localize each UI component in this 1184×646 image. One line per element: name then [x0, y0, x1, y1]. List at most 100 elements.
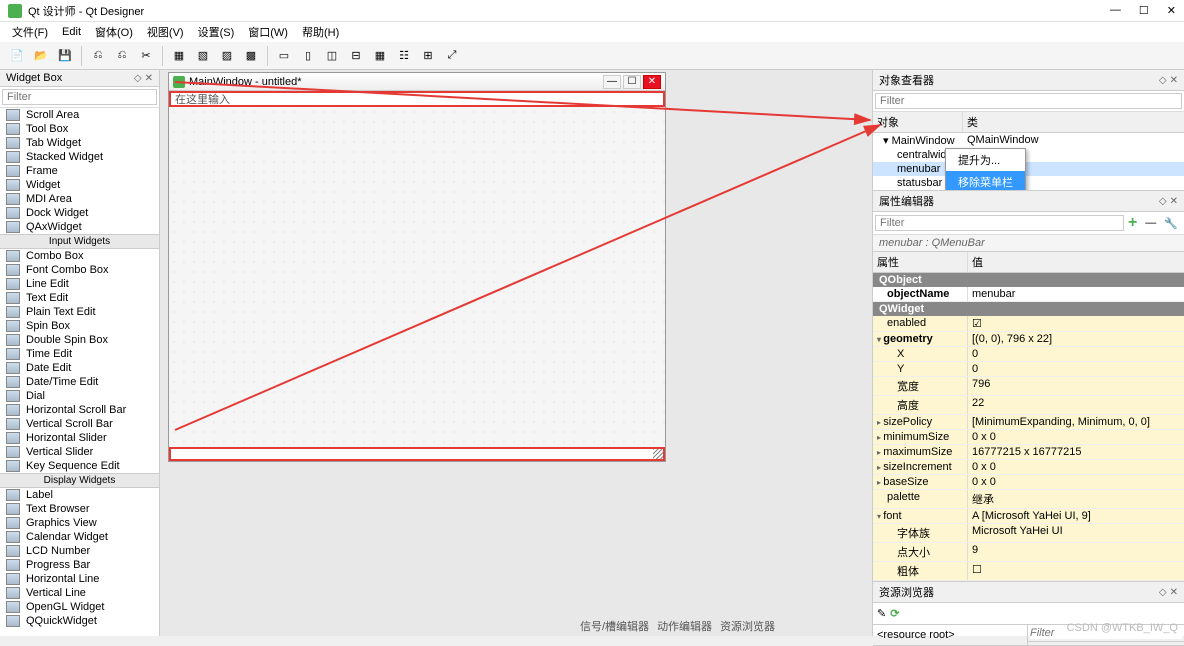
- property-row[interactable]: sizeIncrement0 x 0: [873, 460, 1184, 475]
- edit-widgets-button[interactable]: ▦: [168, 45, 190, 67]
- tree-row[interactable]: centralwidgetQWidget: [873, 148, 1184, 162]
- resize-grip[interactable]: [653, 449, 663, 459]
- property-row[interactable]: baseSize0 x 0: [873, 475, 1184, 490]
- form-minimize-button[interactable]: —: [603, 75, 621, 89]
- widget-item[interactable]: Vertical Slider: [0, 445, 159, 459]
- property-row[interactable]: maximumSize16777215 x 16777215: [873, 445, 1184, 460]
- panel-close-icon[interactable]: ✕: [145, 73, 153, 84]
- reload-resources-icon[interactable]: ⟳: [890, 607, 899, 620]
- widget-item[interactable]: LCD Number: [0, 544, 159, 558]
- property-row[interactable]: palette继承: [873, 490, 1184, 509]
- widget-box-filter[interactable]: [2, 89, 157, 105]
- widget-item[interactable]: Text Browser: [0, 502, 159, 516]
- widget-list[interactable]: Scroll AreaTool BoxTab WidgetStacked Wid…: [0, 108, 159, 636]
- widget-item[interactable]: Text Edit: [0, 291, 159, 305]
- form-close-button[interactable]: ✕: [643, 75, 661, 89]
- widget-item[interactable]: Horizontal Line: [0, 572, 159, 586]
- edit-signals-button[interactable]: ▧: [192, 45, 214, 67]
- menu-item[interactable]: 视图(V): [141, 22, 190, 42]
- cut-button[interactable]: ✂: [135, 45, 157, 67]
- menu-item[interactable]: Edit: [56, 24, 87, 40]
- form-menubar[interactable]: 在这里输入: [169, 91, 665, 107]
- menu-item[interactable]: 设置(S): [192, 22, 241, 42]
- new-button[interactable]: 📄: [6, 45, 28, 67]
- widget-item[interactable]: Time Edit: [0, 347, 159, 361]
- object-tree[interactable]: 对象 类 ▾ MainWindowQMainWindowcentralwidge…: [873, 112, 1184, 190]
- property-row[interactable]: 高度22: [873, 396, 1184, 415]
- bottom-tab[interactable]: 资源浏览器: [720, 618, 775, 634]
- open-button[interactable]: 📂: [30, 45, 52, 67]
- panel-close-icon[interactable]: ✕: [1170, 75, 1178, 86]
- widget-section-header[interactable]: Input Widgets: [0, 234, 159, 249]
- property-row[interactable]: 字体族Microsoft YaHei UI: [873, 524, 1184, 543]
- layout-vsplit-button[interactable]: ⊟: [345, 45, 367, 67]
- edit-buddies-button[interactable]: ▨: [216, 45, 238, 67]
- property-row[interactable]: sizePolicy[MinimumExpanding, Minimum, 0,…: [873, 415, 1184, 430]
- edit-tabs-button[interactable]: ▩: [240, 45, 262, 67]
- object-filter[interactable]: [875, 93, 1182, 109]
- property-section[interactable]: QObject: [873, 273, 1184, 287]
- widget-item[interactable]: Horizontal Scroll Bar: [0, 403, 159, 417]
- tree-row[interactable]: statusbar: [873, 176, 1184, 190]
- widget-item[interactable]: Dial: [0, 389, 159, 403]
- property-row[interactable]: objectNamemenubar: [873, 287, 1184, 302]
- minimize-button[interactable]: —: [1110, 4, 1121, 17]
- widget-item[interactable]: Progress Bar: [0, 558, 159, 572]
- widget-item[interactable]: Combo Box: [0, 249, 159, 263]
- property-section[interactable]: QWidget: [873, 302, 1184, 316]
- bottom-tab[interactable]: 信号/槽编辑器: [580, 618, 649, 634]
- panel-float-icon[interactable]: ◇: [1159, 587, 1167, 598]
- layout-v-button[interactable]: ▯: [297, 45, 319, 67]
- panel-close-icon[interactable]: ✕: [1170, 196, 1178, 207]
- layout-form-button[interactable]: ☷: [393, 45, 415, 67]
- layout-h-button[interactable]: ▭: [273, 45, 295, 67]
- property-row[interactable]: 粗体☐: [873, 562, 1184, 581]
- menu-item[interactable]: 文件(F): [6, 22, 54, 42]
- widget-item[interactable]: QQuickWidget: [0, 614, 159, 628]
- widget-item[interactable]: Label: [0, 488, 159, 502]
- tree-col-object[interactable]: 对象: [873, 112, 963, 132]
- panel-float-icon[interactable]: ◇: [1159, 196, 1167, 207]
- tree-col-class[interactable]: 类: [963, 112, 982, 132]
- property-grid[interactable]: 属性 值 QObjectobjectNamemenubarQWidgetenab…: [873, 252, 1184, 581]
- widget-item[interactable]: Date Edit: [0, 361, 159, 375]
- property-row[interactable]: 点大小9: [873, 543, 1184, 562]
- widget-item[interactable]: Horizontal Slider: [0, 431, 159, 445]
- widget-item[interactable]: Double Spin Box: [0, 333, 159, 347]
- prop-col-value[interactable]: 值: [968, 252, 987, 272]
- menu-item[interactable]: 窗体(O): [89, 22, 139, 42]
- tree-row[interactable]: ▾ MainWindowQMainWindow: [873, 133, 1184, 148]
- widget-item[interactable]: Tab Widget: [0, 136, 159, 150]
- menu-item[interactable]: 窗口(W): [242, 22, 294, 42]
- widget-item[interactable]: OpenGL Widget: [0, 600, 159, 614]
- property-row[interactable]: fontA [Microsoft YaHei UI, 9]: [873, 509, 1184, 524]
- widget-item[interactable]: Vertical Scroll Bar: [0, 417, 159, 431]
- resource-tree[interactable]: <resource root>: [873, 625, 1028, 645]
- undo-button[interactable]: ⎌: [87, 45, 109, 67]
- layout-grid-button[interactable]: ▦: [369, 45, 391, 67]
- widget-item[interactable]: Font Combo Box: [0, 263, 159, 277]
- config-icon[interactable]: 🔧: [1160, 217, 1182, 230]
- widget-item[interactable]: MDI Area: [0, 192, 159, 206]
- maximize-button[interactable]: ☐: [1139, 4, 1149, 17]
- widget-item[interactable]: QAxWidget: [0, 220, 159, 234]
- panel-close-icon[interactable]: ✕: [1170, 587, 1178, 598]
- property-row[interactable]: enabled☑: [873, 316, 1184, 332]
- redo-button[interactable]: ⎌: [111, 45, 133, 67]
- widget-item[interactable]: Widget: [0, 178, 159, 192]
- widget-item[interactable]: Vertical Line: [0, 586, 159, 600]
- break-layout-button[interactable]: ⊞: [417, 45, 439, 67]
- widget-item[interactable]: Plain Text Edit: [0, 305, 159, 319]
- form-window[interactable]: MainWindow - untitled* — ☐ ✕ 在这里输入: [168, 72, 666, 462]
- form-maximize-button[interactable]: ☐: [623, 75, 641, 89]
- adjust-size-button[interactable]: ⤢: [441, 45, 463, 67]
- widget-item[interactable]: Spin Box: [0, 319, 159, 333]
- widget-item[interactable]: Stacked Widget: [0, 150, 159, 164]
- property-row[interactable]: 宽度796: [873, 377, 1184, 396]
- property-row[interactable]: minimumSize0 x 0: [873, 430, 1184, 445]
- remove-property-icon[interactable]: —: [1141, 217, 1160, 229]
- widget-item[interactable]: Key Sequence Edit: [0, 459, 159, 473]
- widget-item[interactable]: Scroll Area: [0, 108, 159, 122]
- layout-hsplit-button[interactable]: ◫: [321, 45, 343, 67]
- widget-item[interactable]: Tool Box: [0, 122, 159, 136]
